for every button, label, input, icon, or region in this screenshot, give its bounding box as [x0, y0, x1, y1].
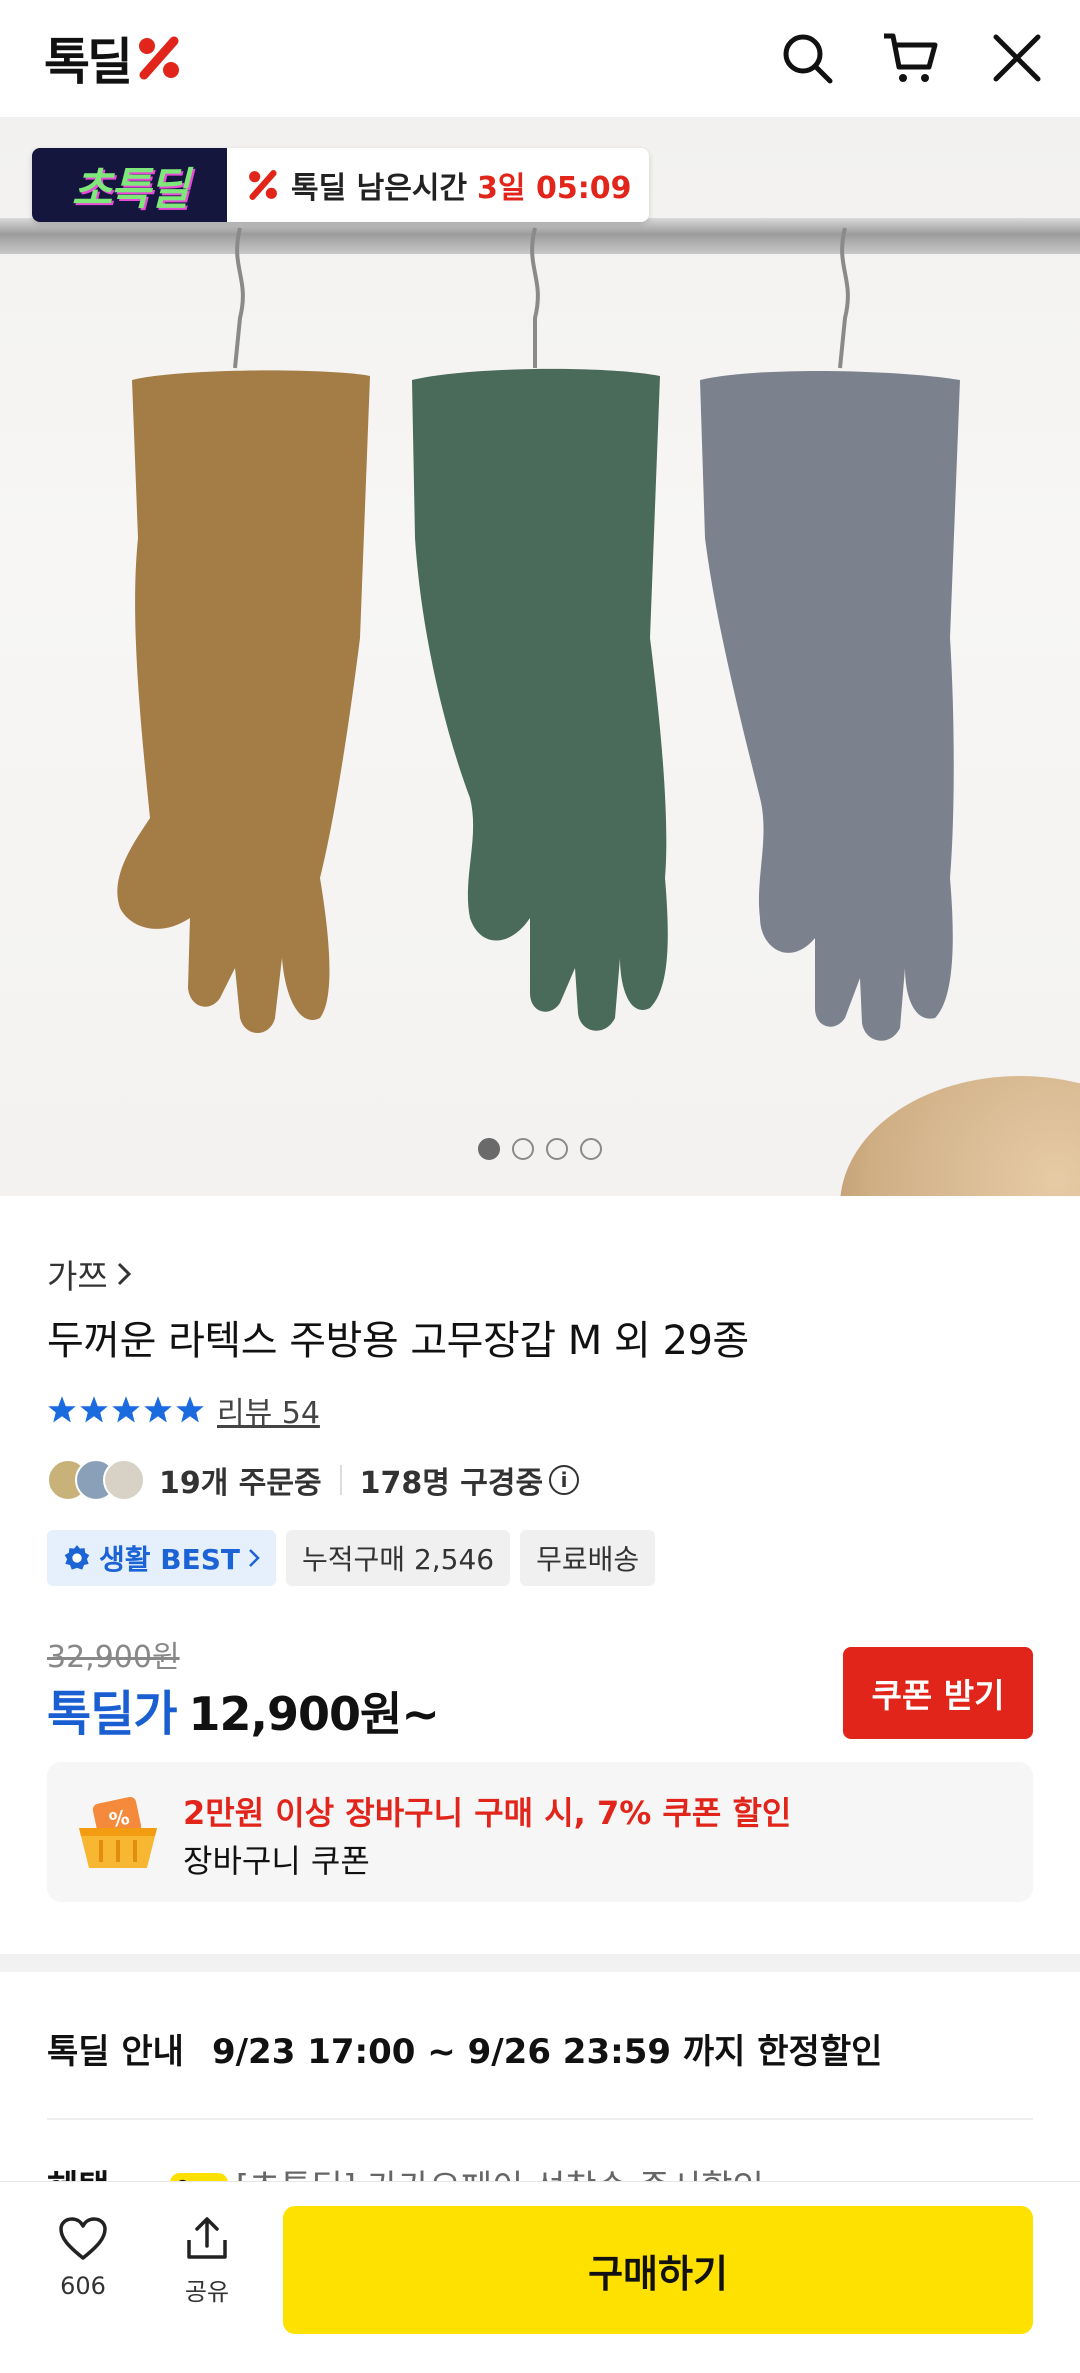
- like-button[interactable]: 606: [38, 2216, 128, 2300]
- carousel-indicator: [0, 1138, 1080, 1160]
- carousel-dot[interactable]: [478, 1138, 500, 1160]
- section-divider: [0, 1954, 1080, 1972]
- bottom-action-bar: 606 공유 구매하기: [0, 2181, 1080, 2373]
- original-price: 32,900원: [47, 1640, 180, 1675]
- sale-price-row: 톡딜가 12,900원~: [47, 1674, 440, 1744]
- orders-text: 19개 주문중: [159, 1466, 322, 1501]
- order-status: 19개 주문중 178명 구경중 i: [47, 1458, 580, 1502]
- buy-button[interactable]: 구매하기: [283, 2206, 1033, 2334]
- carousel-dot[interactable]: [580, 1138, 602, 1160]
- product-tags: 생활 BEST 누적구매 2,546 무료배송: [47, 1530, 656, 1586]
- deal-timer: 톡딜 남은시간 3일 05:09: [227, 148, 650, 222]
- chevron-right-icon: [249, 1549, 260, 1567]
- close-icon[interactable]: [985, 26, 1049, 90]
- gray-glove: [700, 370, 960, 1041]
- gloves-illustration: [117, 227, 960, 1041]
- cumulative-purchase-chip: 누적구매 2,546: [286, 1530, 511, 1586]
- timer-label: 톡딜 남은시간: [291, 171, 468, 206]
- star-icon: [48, 1396, 76, 1423]
- brand-name: 가쯔: [47, 1257, 108, 1296]
- buyer-avatars: [47, 1459, 145, 1501]
- star-icon: [80, 1396, 108, 1423]
- category-best-chip[interactable]: 생활 BEST: [47, 1530, 277, 1586]
- percent-icon: [249, 170, 277, 200]
- star-icon: [144, 1396, 172, 1423]
- cart-coupon-sub: 장바구니 쿠폰: [183, 1842, 370, 1880]
- carousel-dot[interactable]: [546, 1138, 568, 1160]
- free-shipping-chip: 무료배송: [520, 1530, 656, 1586]
- top-header: 톡딜: [0, 0, 1080, 118]
- avatar: [103, 1459, 145, 1501]
- viewers-text: 178명 구경중: [359, 1466, 544, 1501]
- search-icon[interactable]: [775, 26, 839, 90]
- rating-row: 리뷰 54: [47, 1388, 320, 1432]
- badge-icon: [64, 1545, 90, 1570]
- special-deal-badge: 초특딜 톡딜 남은시간 3일 05:09: [32, 148, 650, 222]
- review-link[interactable]: 리뷰 54: [217, 1388, 320, 1432]
- brown-glove: [117, 370, 370, 1033]
- heart-icon: [59, 2217, 107, 2260]
- deal-info-row: 톡딜 안내 9/23 17:00 ~ 9/26 23:59 까지 한정할인: [47, 2024, 882, 2073]
- share-icon: [187, 2217, 227, 2259]
- talkdeal-logo[interactable]: 톡딜: [44, 26, 182, 91]
- cart-coupon-banner[interactable]: % 2만원 이상 장바구니 구매 시, 7% 쿠폰 할인 장바구니 쿠폰: [47, 1762, 1033, 1902]
- get-coupon-button[interactable]: 쿠폰 받기: [843, 1647, 1033, 1739]
- green-glove: [412, 368, 668, 1031]
- like-count: 606: [60, 2272, 106, 2300]
- price-label: 톡딜가: [47, 1686, 177, 1742]
- star-icon: [112, 1396, 140, 1423]
- deal-info-period: 9/23 17:00 ~ 9/26 23:59 까지 한정할인: [211, 2032, 883, 2072]
- logo-text: 톡딜: [44, 33, 133, 91]
- product-image-carousel[interactable]: 초특딜 톡딜 남은시간 3일 05:09: [0, 118, 1080, 1196]
- carousel-dot[interactable]: [512, 1138, 534, 1160]
- info-icon[interactable]: i: [549, 1465, 580, 1495]
- chevron-right-icon: [117, 1262, 131, 1286]
- timer-value: 3일 05:09: [477, 171, 632, 206]
- deal-info-label: 톡딜 안내: [47, 2032, 184, 2072]
- percent-logo-icon: [139, 36, 179, 80]
- basket-coupon-icon: %: [79, 1796, 157, 1868]
- brand-link[interactable]: 가쯔: [47, 1250, 132, 1298]
- separator: [339, 1465, 342, 1495]
- sale-price: 12,900원~: [188, 1687, 439, 1741]
- cart-icon[interactable]: [878, 26, 942, 90]
- product-title: 두꺼운 라텍스 주방용 고무장갑 M 외 29종: [47, 1318, 749, 1364]
- share-label: 공유: [184, 2278, 230, 2306]
- share-button[interactable]: 공유: [162, 2216, 252, 2307]
- star-icon: [176, 1396, 204, 1423]
- divider: [47, 2118, 1033, 2120]
- super-deal-label: 초특딜: [32, 148, 227, 222]
- star-rating: [47, 1395, 205, 1425]
- cart-coupon-main: 2만원 이상 장바구니 구매 시, 7% 쿠폰 할인: [183, 1794, 792, 1832]
